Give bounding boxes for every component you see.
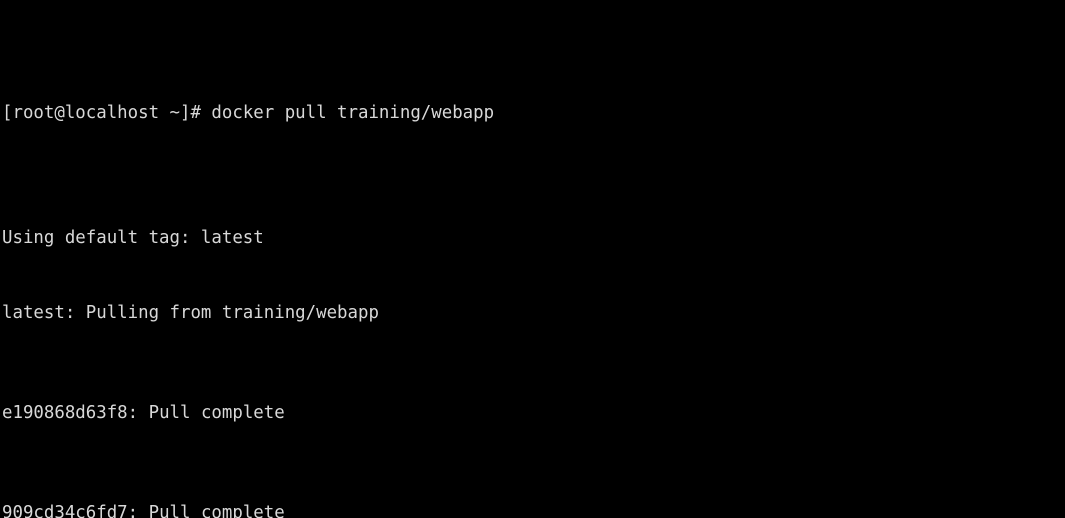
output-default-tag: Using default tag: latest	[2, 228, 264, 248]
layer-id: e190868d63f8	[2, 403, 128, 423]
layer-separator: :	[127, 403, 149, 423]
output-pulling-from: latest: Pulling from training/webapp	[2, 303, 379, 323]
command-line-docker-pull: [root@localhost ~]# docker pull training…	[2, 101, 829, 126]
shell-prompt: [root@localhost ~]#	[2, 103, 212, 123]
layer-id: 909cd34c6fd7	[2, 503, 128, 518]
layer-line: e190868d63f8: Pull complete	[2, 401, 829, 426]
layer-separator: :	[127, 503, 149, 518]
layer-status: Pull complete	[148, 503, 285, 518]
layer-line: 909cd34c6fd7: Pull complete	[2, 501, 829, 518]
terminal-window[interactable]: [root@localhost ~]# docker pull training…	[0, 0, 1065, 518]
layer-status: Pull complete	[148, 403, 285, 423]
command-text-docker-pull: docker pull training/webapp	[211, 103, 495, 123]
terminal-screen[interactable]: [root@localhost ~]# docker pull training…	[2, 1, 829, 518]
